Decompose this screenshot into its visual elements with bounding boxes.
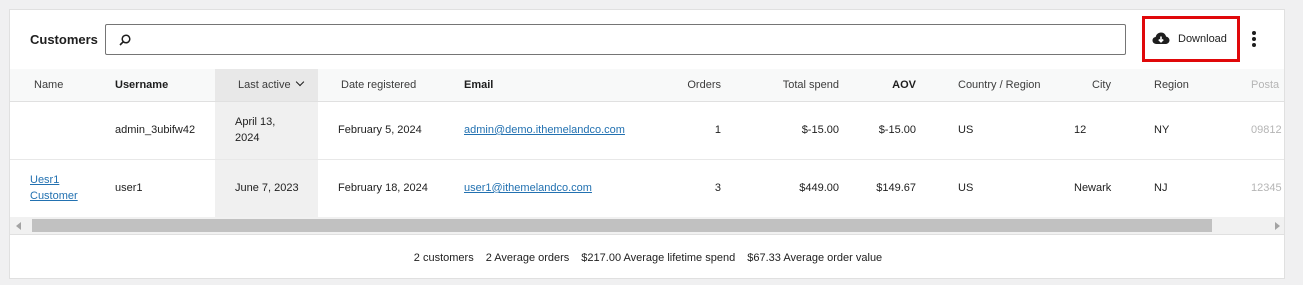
column-header-region[interactable]: Region bbox=[1136, 69, 1226, 102]
cell-city: Newark bbox=[1074, 182, 1112, 194]
cell-postal: 12345 bbox=[1251, 182, 1282, 194]
email-link[interactable]: user1@ithemelandco.com bbox=[464, 182, 592, 194]
column-header-orders[interactable]: Orders bbox=[644, 69, 731, 102]
column-header-last-active-label: Last active bbox=[238, 78, 291, 91]
cell-username: admin_3ubifw42 bbox=[115, 124, 196, 136]
cell-region: NJ bbox=[1154, 182, 1168, 194]
cell-total-spend: $449.00 bbox=[799, 182, 839, 194]
column-header-email[interactable]: Email bbox=[444, 69, 644, 102]
cell-email[interactable]: admin@demo.ithemelandco.com bbox=[444, 101, 644, 159]
summary-average-lifetime-spend: $217.00 Average lifetime spend bbox=[581, 251, 736, 264]
cell-region: NY bbox=[1154, 124, 1170, 136]
cell-name[interactable]: Uesr1 Customer bbox=[10, 159, 105, 217]
cell-orders: 1 bbox=[714, 124, 721, 136]
search-box[interactable] bbox=[105, 24, 1126, 55]
table-row: admin_3ubifw42 April 13, 2024 February 5… bbox=[10, 101, 1284, 159]
chevron-down-icon bbox=[295, 77, 304, 86]
table-header-row: Name Username Last active Date registere… bbox=[10, 69, 1284, 102]
cell-date-registered: February 5, 2024 bbox=[338, 124, 422, 136]
customers-table: Name Username Last active Date registere… bbox=[10, 69, 1284, 217]
column-header-last-active[interactable]: Last active bbox=[215, 69, 318, 102]
scroll-right-arrow-icon[interactable] bbox=[1269, 217, 1284, 234]
column-header-date-registered[interactable]: Date registered bbox=[318, 69, 444, 102]
scrollbar-thumb[interactable] bbox=[32, 219, 1212, 232]
column-header-country[interactable]: Country / Region bbox=[926, 69, 1061, 102]
summary-average-orders: 2 Average orders bbox=[485, 251, 570, 264]
cell-email[interactable]: user1@ithemelandco.com bbox=[444, 159, 644, 217]
page-title: Customers bbox=[30, 32, 98, 47]
cell-last-active: April 13, 2024 bbox=[215, 101, 318, 159]
table-header-bar: Customers Download bbox=[10, 10, 1284, 69]
download-button[interactable]: Download bbox=[1142, 16, 1240, 62]
cell-username: user1 bbox=[115, 182, 143, 194]
cell-country: US bbox=[958, 182, 974, 194]
summary-footer: 2 customers 2 Average orders $217.00 Ave… bbox=[10, 234, 1284, 278]
cell-total-spend: $-15.00 bbox=[801, 124, 839, 136]
summary-customers: 2 customers bbox=[413, 251, 474, 264]
cloud-download-icon bbox=[1152, 32, 1170, 44]
search-icon bbox=[119, 34, 131, 46]
column-header-aov[interactable]: AOV bbox=[849, 69, 926, 102]
customers-card: Customers Download Name Username Last ac… bbox=[9, 9, 1285, 279]
cell-country: US bbox=[958, 124, 974, 136]
column-header-city[interactable]: City bbox=[1061, 69, 1136, 102]
customer-name-link[interactable]: Uesr1 Customer bbox=[30, 174, 78, 202]
cell-date-registered: February 18, 2024 bbox=[338, 182, 428, 194]
cell-postal: 09812 bbox=[1251, 124, 1282, 136]
cell-aov: $149.67 bbox=[876, 182, 916, 194]
email-link[interactable]: admin@demo.ithemelandco.com bbox=[464, 124, 625, 136]
cell-city: 12 bbox=[1074, 124, 1087, 136]
column-header-name[interactable]: Name bbox=[10, 69, 105, 102]
horizontal-scrollbar[interactable] bbox=[10, 217, 1284, 234]
more-options-icon[interactable] bbox=[1247, 28, 1261, 50]
column-header-username[interactable]: Username bbox=[105, 69, 215, 102]
cell-orders: 3 bbox=[714, 182, 721, 194]
table-row: Uesr1 Customer user1 June 7, 2023 Februa… bbox=[10, 159, 1284, 217]
download-label: Download bbox=[1178, 33, 1227, 45]
cell-name bbox=[10, 101, 105, 159]
search-input[interactable] bbox=[138, 30, 1098, 50]
cell-last-active: June 7, 2023 bbox=[215, 159, 318, 217]
column-header-postal[interactable]: Posta bbox=[1226, 69, 1284, 102]
cell-aov: $-15.00 bbox=[878, 124, 916, 136]
scroll-left-arrow-icon[interactable] bbox=[10, 217, 27, 234]
column-header-total-spend[interactable]: Total spend bbox=[731, 69, 849, 102]
summary-average-order-value: $67.33 Average order value bbox=[747, 251, 883, 264]
